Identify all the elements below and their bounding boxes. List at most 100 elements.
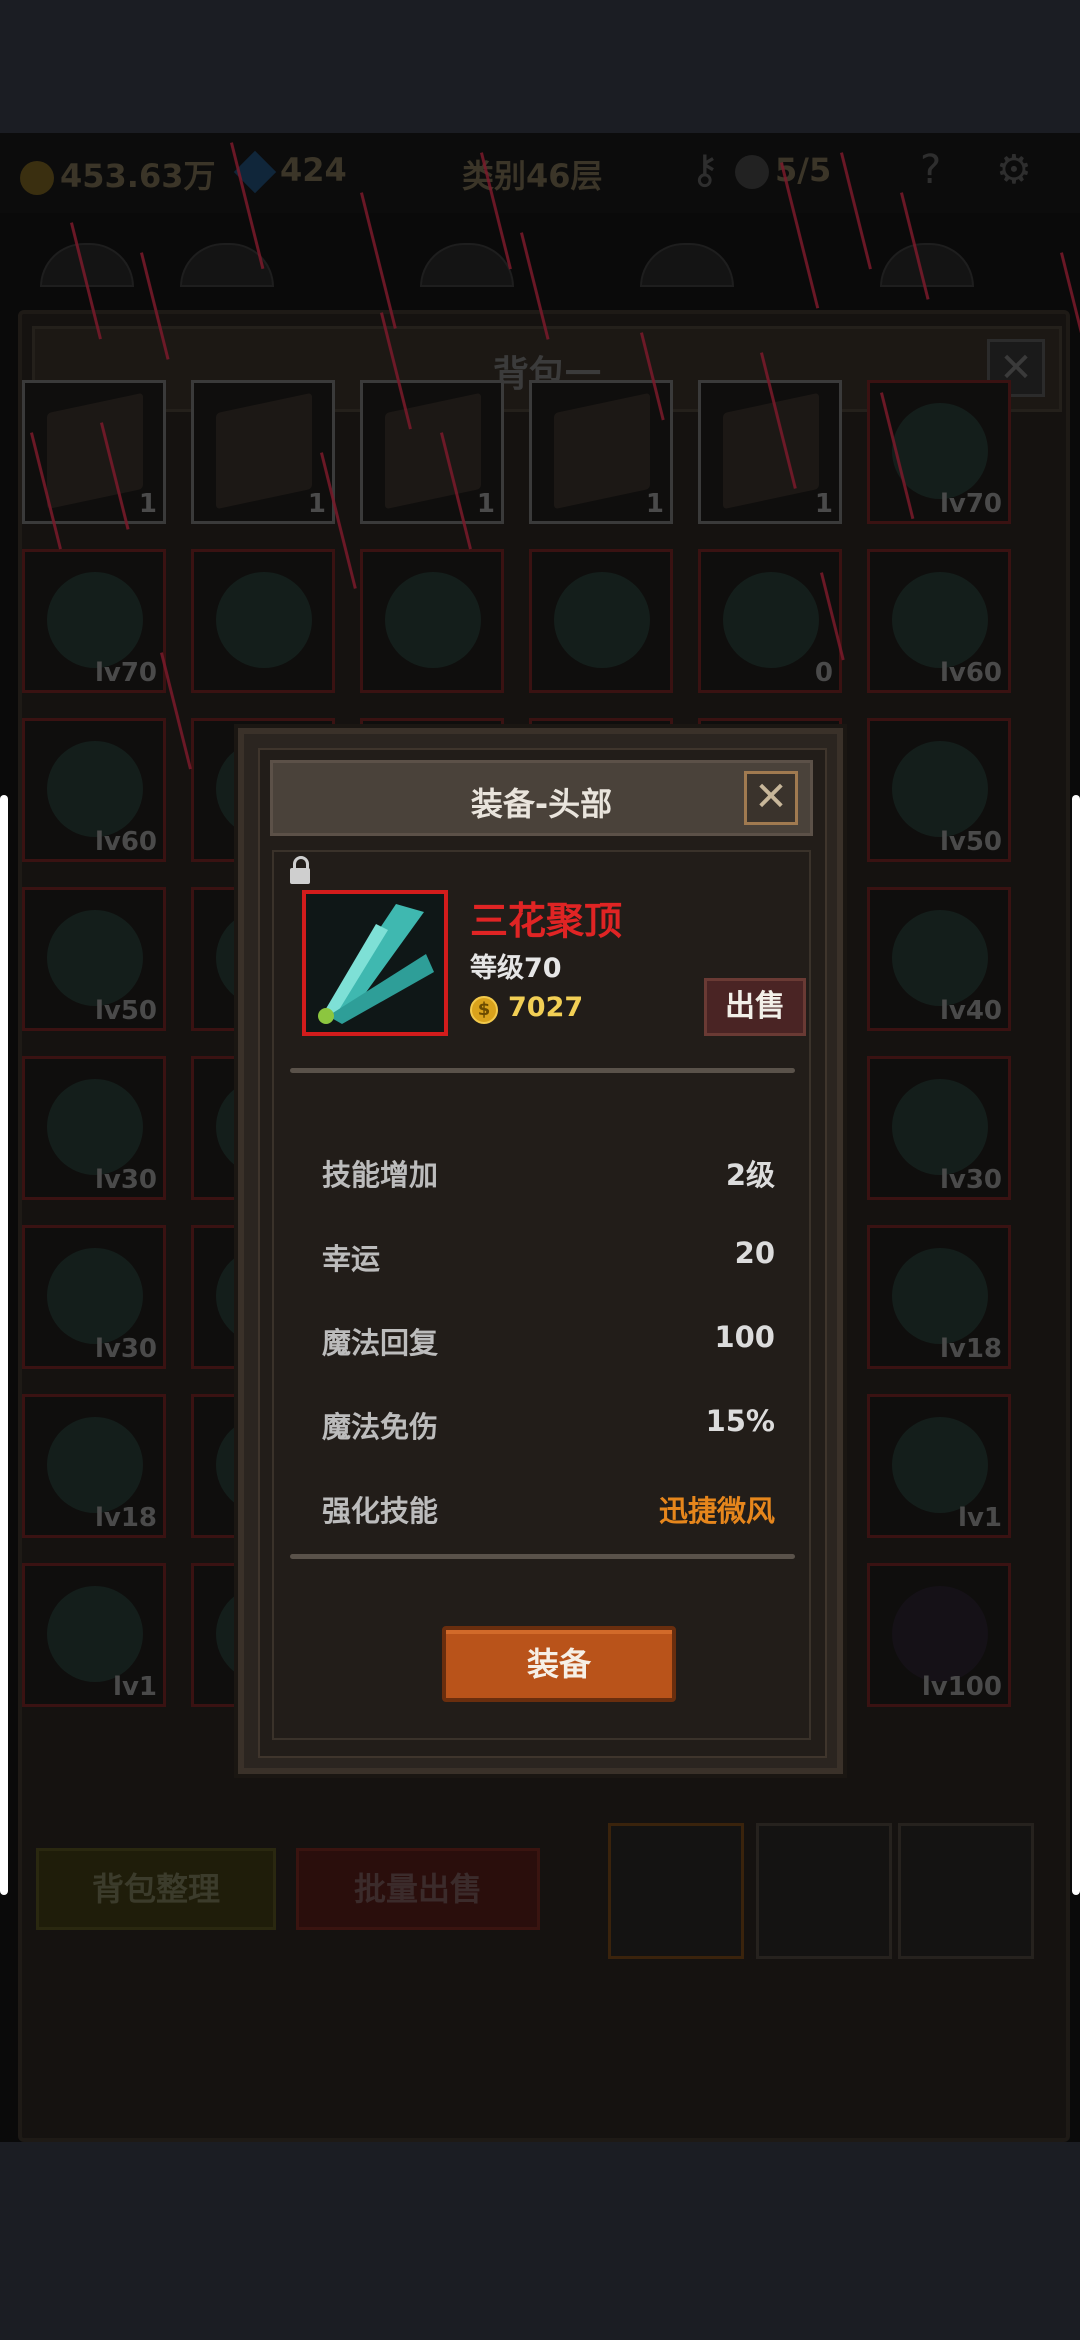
slot-label: lv30 [94, 1165, 157, 1195]
slot-label: 1 [645, 489, 664, 519]
ring-icon [892, 1079, 988, 1175]
slot-label: lv100 [921, 1672, 1002, 1702]
popup-title: 装备-头部 [470, 785, 613, 823]
game-view: 453.63万 424 类别46层 ⚷ 5/5 ? ⚙ 背包一 ✕ 11111l… [0, 133, 1080, 2142]
slot-label: 1 [476, 489, 495, 519]
equip-button[interactable]: 装备 [442, 1626, 676, 1702]
item-icon [302, 890, 448, 1036]
stat-label: 强化技能 [322, 1494, 439, 1528]
backpack-slot[interactable]: lv60 [867, 549, 1011, 693]
item-icon [385, 572, 481, 668]
backpack-slot[interactable] [529, 549, 673, 693]
backpack-slot[interactable]: lv50 [867, 718, 1011, 862]
backpack-slot[interactable]: 1 [529, 380, 673, 524]
stat-label: 魔法免伤 [322, 1410, 439, 1444]
sort-backpack-button[interactable]: 背包整理 [36, 1848, 276, 1930]
stat-value: 20 [734, 1236, 775, 1270]
gold-coin-icon: $ [470, 996, 498, 1024]
bag-tab-1[interactable] [608, 1823, 744, 1959]
item-icon [216, 572, 312, 668]
backpack-slot[interactable]: 1 [698, 380, 842, 524]
cake-icon [216, 392, 312, 510]
slot-label: lv1 [113, 1672, 157, 1702]
backpack-slot[interactable]: 1 [22, 380, 166, 524]
sell-button[interactable]: 出售 [704, 978, 806, 1036]
feather-blade-icon [306, 894, 444, 1032]
gear-icon[interactable]: ⚙ [996, 147, 1032, 193]
gun-icon [892, 403, 988, 499]
stat-label: 魔法回复 [322, 1326, 439, 1360]
bow-icon [47, 572, 143, 668]
backpack-slot[interactable] [360, 549, 504, 693]
popup-titlebar: 装备-头部 ✕ [270, 760, 813, 836]
backpack-slot[interactable]: lv40 [867, 887, 1011, 1031]
skill-slot [420, 243, 514, 287]
backpack-slot[interactable]: lv70 [867, 380, 1011, 524]
backpack-slot[interactable]: lv30 [22, 1225, 166, 1369]
backpack-slot[interactable]: lv1 [22, 1563, 166, 1707]
backpack-slot[interactable] [191, 549, 335, 693]
lock-icon[interactable] [290, 856, 310, 884]
left-edge-indicator [0, 795, 8, 1895]
ring-icon [892, 1417, 988, 1513]
backpack-slot[interactable]: 1 [191, 380, 335, 524]
divider [290, 1554, 795, 1559]
item-price: 7027 [508, 992, 584, 1023]
stat-label: 技能增加 [322, 1158, 439, 1192]
question-icon[interactable]: ? [920, 147, 941, 193]
box-icon [47, 910, 143, 1006]
stat-value: 2级 [725, 1158, 775, 1192]
slot-label: lv18 [939, 1334, 1002, 1364]
backpack-slot[interactable]: 0 [698, 549, 842, 693]
orb-icon [892, 572, 988, 668]
axe-icon [892, 1248, 988, 1344]
slot-label: lv40 [939, 996, 1002, 1026]
bulk-sell-button[interactable]: 批量出售 [296, 1848, 540, 1930]
gem-counter: 424 [233, 150, 347, 194]
equipment-popup: 装备-头部 ✕ 三花聚顶 等级70 $ 7027 出售 技能增加 2级幸运 20… [238, 728, 843, 1774]
bag-tab-2[interactable] [756, 1823, 892, 1959]
popup-inner: 装备-头部 ✕ 三花聚顶 等级70 $ 7027 出售 技能增加 2级幸运 20… [258, 748, 827, 1758]
hook-icon [892, 741, 988, 837]
ring-icon [892, 910, 988, 1006]
popup-close-button[interactable]: ✕ [744, 771, 798, 825]
bow-icon [47, 1079, 143, 1175]
backpack-slot[interactable]: lv70 [22, 549, 166, 693]
key-icon: ⚷ [690, 147, 720, 193]
slot-label: lv1 [958, 1503, 1002, 1533]
slot-label: lv60 [94, 827, 157, 857]
slot-label: 1 [138, 489, 157, 519]
skill-bar [20, 223, 1060, 293]
cloak-icon [47, 1417, 143, 1513]
skill-slot [880, 243, 974, 287]
slot-label: lv50 [94, 996, 157, 1026]
backpack-slot[interactable]: lv30 [22, 1056, 166, 1200]
gold-counter: 453.63万 [20, 151, 216, 197]
navigation-bar-area [0, 2142, 1080, 2340]
divider [290, 1068, 795, 1073]
slot-label: lv70 [939, 489, 1002, 519]
slot-label: lv30 [94, 1334, 157, 1364]
armor-icon [47, 1248, 143, 1344]
resource-bar: 453.63万 424 类别46层 ⚷ 5/5 ? ⚙ [0, 133, 1080, 213]
stat-value: 迅捷微风 [658, 1494, 775, 1528]
cake-icon [385, 392, 481, 510]
cake-icon [47, 392, 143, 510]
backpack-slot[interactable]: lv18 [22, 1394, 166, 1538]
right-edge-indicator [1072, 795, 1080, 1895]
backpack-slot[interactable]: lv1 [867, 1394, 1011, 1538]
dark-icon [892, 1586, 988, 1682]
backpack-slot[interactable]: 1 [360, 380, 504, 524]
stat-value: 15% [705, 1404, 775, 1438]
backpack-slot[interactable]: lv60 [22, 718, 166, 862]
slot-label: 1 [307, 489, 326, 519]
bag-tab-3[interactable] [898, 1823, 1034, 1959]
status-bar-area [0, 0, 1080, 133]
backpack-slot[interactable]: lv50 [22, 887, 166, 1031]
backpack-slot[interactable]: lv18 [867, 1225, 1011, 1369]
skill-slot [640, 243, 734, 287]
gold-coin-icon [20, 161, 54, 195]
backpack-slot[interactable]: lv30 [867, 1056, 1011, 1200]
backpack-slot[interactable]: lv100 [867, 1563, 1011, 1707]
slot-label: 1 [814, 489, 833, 519]
